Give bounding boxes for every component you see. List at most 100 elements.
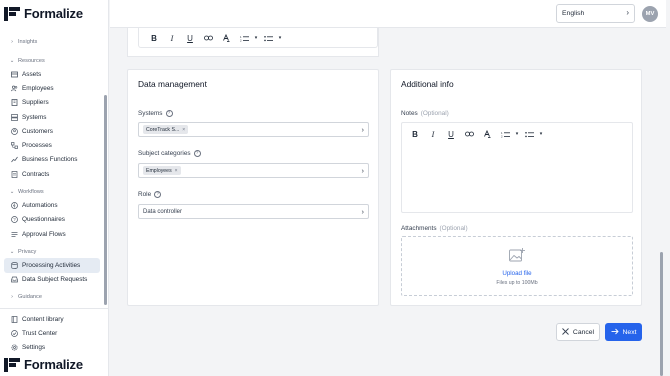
- chevron-down-icon[interactable]: ▾: [277, 30, 283, 46]
- chevron-down-icon[interactable]: ▾: [538, 126, 544, 142]
- systems-select[interactable]: CoreTrack S... × ›: [138, 122, 369, 137]
- brand-logo[interactable]: Formalize: [4, 6, 83, 21]
- list-check-icon: [11, 231, 18, 238]
- nav-group-label: Guidance: [18, 294, 42, 301]
- additional-info-card: Additional info Notes (Optional) B I U 1…: [390, 69, 642, 306]
- field-label: Subject categories: [138, 150, 191, 157]
- sidebar-item-label: Assets: [22, 70, 42, 78]
- optional-tag: (Optional): [439, 225, 468, 232]
- sidebar-item-label: Content library: [22, 315, 64, 323]
- sidebar-item-employees[interactable]: Employees: [4, 81, 100, 95]
- nav-group-insights[interactable]: › Insights: [0, 35, 108, 48]
- nav-group-label: Resources: [18, 57, 45, 64]
- subject-categories-select[interactable]: Employees × ›: [138, 163, 369, 178]
- sidebar-item-questionnaires[interactable]: ? Questionnaires: [4, 213, 100, 227]
- button-label: Next: [622, 328, 637, 336]
- help-icon[interactable]: ?: [165, 110, 173, 117]
- cancel-button[interactable]: Cancel: [556, 323, 600, 341]
- upload-dropzone[interactable]: Upload file Files up to 100Mb: [401, 236, 633, 296]
- close-icon[interactable]: ×: [182, 127, 185, 133]
- svg-text:2: 2: [240, 38, 242, 42]
- server-icon: [11, 113, 18, 121]
- nav-group-workflows[interactable]: ⌄ Workflows: [0, 185, 108, 198]
- help-icon[interactable]: ?: [193, 150, 201, 157]
- field-label: Attachments: [401, 225, 437, 232]
- sidebar-scrollbar[interactable]: [104, 95, 107, 305]
- nav-group-resources[interactable]: ⌄ Resources: [0, 54, 108, 67]
- chevron-right-icon: ›: [626, 8, 629, 17]
- bullet-list-icon[interactable]: [520, 126, 538, 142]
- building-icon: [11, 99, 18, 107]
- sidebar-item-trust-center[interactable]: Trust Center: [4, 326, 100, 340]
- nav-group-privacy[interactable]: ⌄ Privacy: [0, 245, 108, 258]
- lightning-icon: [11, 202, 18, 209]
- sidebar-item-content-library[interactable]: Content library: [4, 312, 100, 326]
- role-select[interactable]: Data controller ›: [138, 204, 369, 219]
- sidebar-item-label: Customers: [22, 127, 53, 135]
- italic-icon[interactable]: I: [163, 30, 181, 46]
- sidebar-item-business-functions[interactable]: Business Functions: [4, 153, 100, 167]
- arrow-right-icon: [611, 328, 619, 337]
- text-color-icon[interactable]: [217, 30, 235, 46]
- ordered-list-icon[interactable]: 12: [496, 126, 514, 142]
- avatar[interactable]: MV: [642, 6, 658, 22]
- sidebar-item-contracts[interactable]: Contracts: [4, 167, 100, 181]
- sidebar-item-label: Data Subject Requests: [22, 276, 88, 284]
- sidebar-item-assets[interactable]: Assets: [4, 67, 100, 81]
- italic-icon[interactable]: I: [424, 126, 442, 142]
- next-button[interactable]: Next: [605, 323, 642, 341]
- nav-group-guidance[interactable]: › Guidance: [0, 291, 108, 304]
- chevron-right-icon: ›: [361, 125, 365, 134]
- sidebar-item-label: Processing Activities: [22, 261, 81, 269]
- close-icon[interactable]: ×: [175, 168, 178, 174]
- help-icon[interactable]: ?: [154, 191, 162, 198]
- sidebar-item-label: Trust Center: [22, 329, 58, 337]
- bold-icon[interactable]: B: [145, 30, 163, 46]
- sidebar-item-settings[interactable]: Settings: [4, 340, 100, 354]
- rich-text-editor: B I U 12 ▾ ▾: [138, 28, 378, 48]
- chart-line-icon: [11, 156, 18, 163]
- sidebar-item-automations[interactable]: Automations: [4, 198, 100, 212]
- notes-editor[interactable]: B I U 12 ▾ ▾: [401, 122, 633, 213]
- upload-file-link[interactable]: Upload file: [402, 270, 632, 277]
- systems-label: Systems ?: [138, 110, 173, 117]
- chip-label: Employees: [146, 167, 172, 174]
- nav-group-label: Insights: [18, 38, 38, 45]
- sidebar-item-suppliers[interactable]: Suppliers: [4, 96, 100, 110]
- bold-icon[interactable]: B: [406, 126, 424, 142]
- chevron-right-icon: ›: [11, 294, 13, 301]
- link-icon[interactable]: [460, 126, 478, 142]
- sidebar-item-processing-activities[interactable]: Processing Activities: [4, 258, 100, 273]
- language-select[interactable]: English ›: [556, 4, 635, 23]
- sidebar-item-systems[interactable]: Systems: [4, 110, 100, 124]
- notes-label: Notes (Optional): [401, 110, 449, 117]
- data-management-card: Data management Systems ? CoreTrack S...…: [127, 69, 379, 306]
- underline-icon[interactable]: U: [181, 30, 199, 46]
- process-icon: [11, 142, 18, 149]
- chip-label: CoreTrack S...: [146, 126, 180, 133]
- chevron-right-icon: ›: [361, 207, 365, 216]
- field-label: Notes: [401, 110, 418, 117]
- chevron-down-icon: ⌄: [9, 248, 15, 255]
- bullet-list-icon[interactable]: [259, 30, 277, 46]
- optional-tag: (Optional): [420, 110, 449, 117]
- top-bar: English › MV: [110, 0, 666, 28]
- underline-icon[interactable]: U: [442, 126, 460, 142]
- book-icon: [11, 315, 18, 323]
- document-icon: [11, 170, 18, 178]
- sidebar-item-processes[interactable]: Processes: [4, 138, 100, 152]
- sidebar-item-data-subject-requests[interactable]: Data Subject Requests: [4, 273, 100, 287]
- database-icon: [11, 262, 18, 269]
- field-label: Systems: [138, 110, 163, 117]
- language-value: English: [562, 10, 585, 17]
- page-scrollbar[interactable]: [660, 252, 663, 376]
- sidebar-item-label: Employees: [22, 84, 54, 92]
- ordered-list-icon[interactable]: 12: [235, 30, 253, 46]
- chevron-down-icon: ⌄: [9, 57, 15, 64]
- sidebar-item-customers[interactable]: Customers: [4, 124, 100, 138]
- text-color-icon[interactable]: [478, 126, 496, 142]
- sidebar-item-approval-flows[interactable]: Approval Flows: [4, 227, 100, 241]
- formalize-logo-icon: [4, 6, 20, 21]
- link-icon[interactable]: [199, 30, 217, 46]
- subject-categories-label: Subject categories ?: [138, 150, 201, 157]
